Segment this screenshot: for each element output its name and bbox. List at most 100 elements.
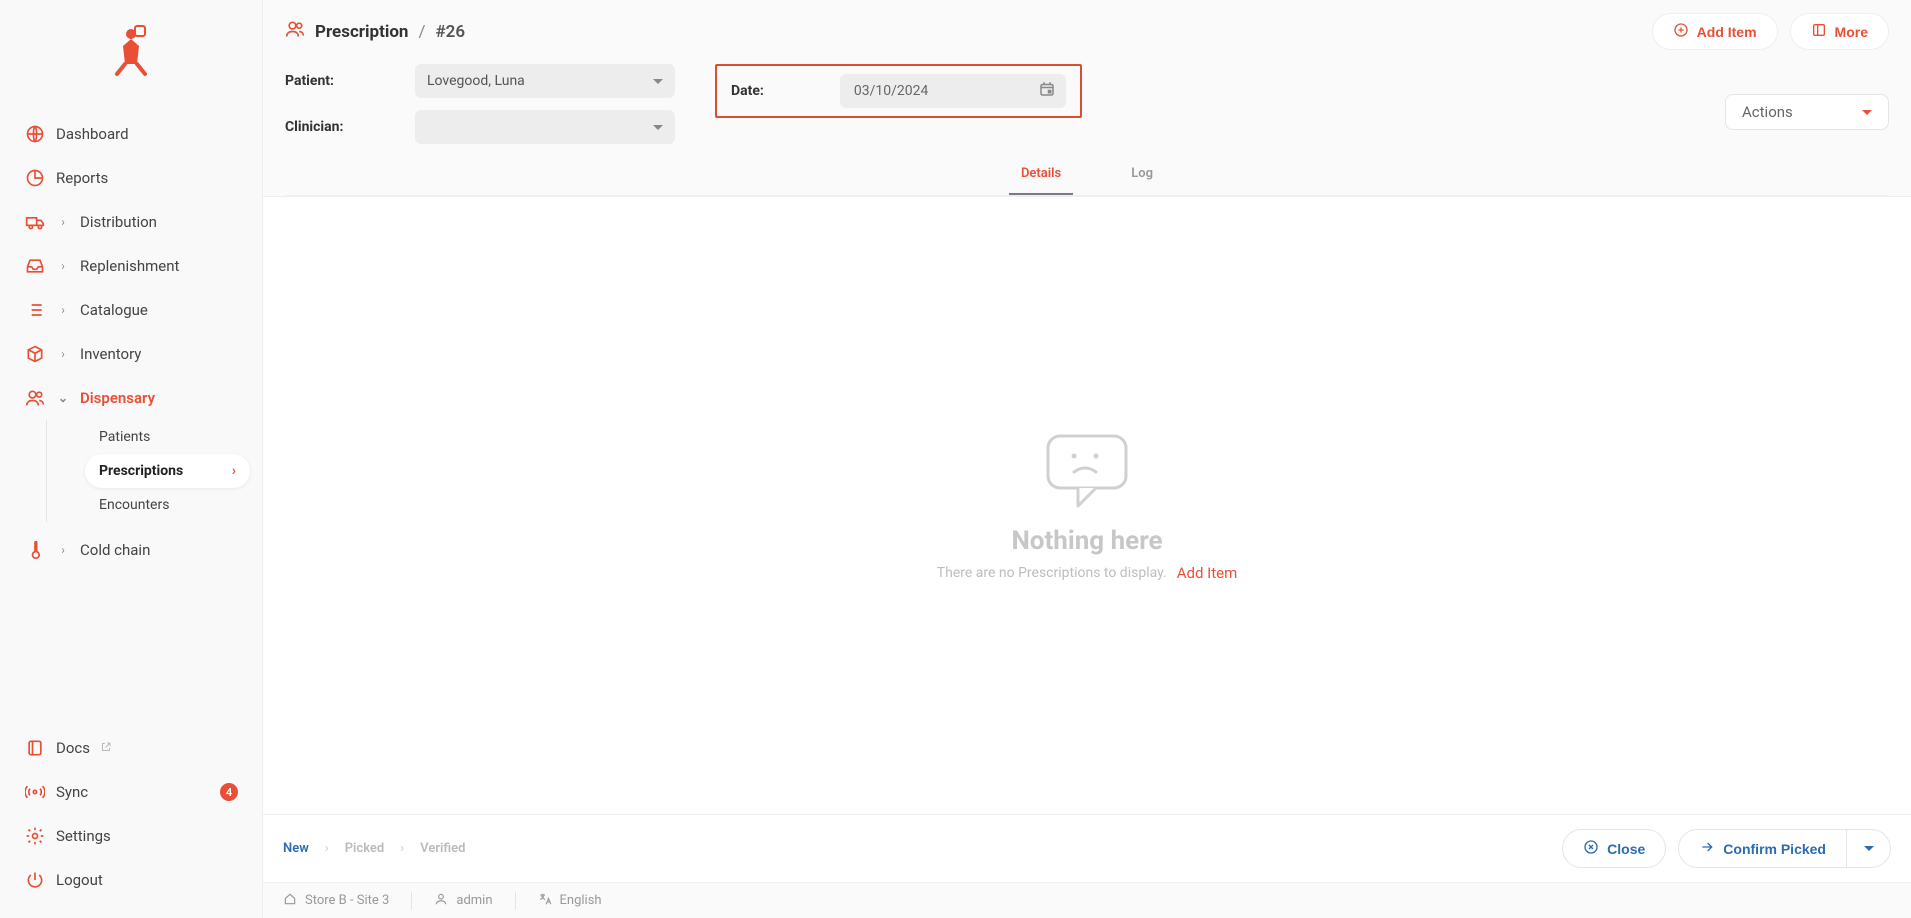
footer-bar: Store B - Site 3 admin English (263, 882, 1911, 918)
empty-title: Nothing here (1011, 526, 1162, 556)
add-item-button[interactable]: Add Item (1652, 13, 1778, 50)
page-title: Prescription (315, 22, 408, 42)
button-label: Add Item (1697, 24, 1757, 40)
gear-icon (24, 825, 46, 847)
sidebar-item-distribution[interactable]: › Distribution (12, 200, 250, 244)
date-input[interactable]: 03/10/2024 (840, 74, 1066, 108)
sidebar-item-label: Dispensary (80, 389, 155, 407)
patient-label: Patient: (285, 73, 395, 89)
chevron-right-icon: › (56, 303, 70, 317)
sidebar-subitem-encounters[interactable]: Encounters (85, 488, 250, 522)
home-icon (283, 892, 297, 910)
sidebar-item-label: Replenishment (80, 257, 179, 275)
chevron-right-icon: › (56, 215, 70, 229)
sidebar-item-label: Distribution (80, 213, 157, 231)
status-step-verified: Verified (420, 841, 465, 856)
status-step-new: New (283, 841, 309, 856)
sad-bubble-icon (1038, 430, 1136, 518)
clinician-field: Clinician: (285, 110, 675, 144)
tab-bar: Details Log (285, 158, 1889, 196)
thermometer-icon (24, 539, 46, 561)
sidebar-item-label: Catalogue (80, 301, 148, 319)
actions-dropdown[interactable]: Actions (1725, 94, 1889, 130)
sidebar: Dashboard Reports › Distribution › (0, 0, 263, 918)
breadcrumb-separator: / (418, 22, 425, 42)
chevron-right-icon: › (325, 841, 329, 856)
sidebar-item-sync[interactable]: Sync 4 (12, 770, 250, 814)
broadcast-icon (24, 781, 46, 803)
close-circle-icon (1583, 839, 1599, 858)
sync-badge: 4 (220, 783, 238, 801)
patient-value: Lovegood, Luna (427, 73, 525, 89)
sidebar-item-inventory[interactable]: › Inventory (12, 332, 250, 376)
main-content: Prescription / #26 Add Item (263, 0, 1911, 918)
chevron-right-icon: › (56, 543, 70, 557)
footer-store-label: Store B - Site 3 (305, 893, 389, 908)
clinician-select[interactable] (415, 110, 675, 144)
clinician-label: Clinician: (285, 119, 395, 135)
sidebar-item-dispensary[interactable]: ⌄ Dispensary (12, 376, 250, 420)
subitem-label: Encounters (99, 497, 169, 513)
button-label: Close (1607, 841, 1645, 857)
empty-subtitle: There are no Prescriptions to display. (937, 565, 1167, 581)
patient-select[interactable]: Lovegood, Luna (415, 64, 675, 98)
footer-user-label: admin (456, 893, 492, 908)
button-label: More (1835, 24, 1868, 40)
sidebar-item-label: Inventory (80, 345, 141, 363)
status-steps: New › Picked › Verified (283, 841, 465, 856)
add-item-link[interactable]: Add Item (1177, 564, 1238, 582)
status-step-picked: Picked (345, 841, 385, 856)
footer-language[interactable]: English (538, 892, 624, 910)
sidebar-item-catalogue[interactable]: › Catalogue (12, 288, 250, 332)
list-icon (24, 299, 46, 321)
caret-down-icon (653, 125, 663, 130)
date-label: Date: (731, 83, 764, 99)
sidebar-item-dashboard[interactable]: Dashboard (12, 112, 250, 156)
sidebar-item-settings[interactable]: Settings (12, 814, 250, 858)
footer-store[interactable]: Store B - Site 3 (283, 892, 412, 910)
main-nav: Dashboard Reports › Distribution › (0, 112, 262, 726)
panel-icon (1811, 22, 1827, 41)
sidebar-subitem-patients[interactable]: Patients (85, 420, 250, 454)
sidebar-item-coldchain[interactable]: › Cold chain (12, 528, 250, 572)
subitem-label: Patients (99, 429, 150, 445)
confirm-dropdown-toggle[interactable] (1847, 829, 1891, 868)
sidebar-item-label: Reports (56, 169, 108, 187)
sidebar-item-reports[interactable]: Reports (12, 156, 250, 200)
chevron-right-icon: › (400, 841, 404, 856)
box-icon (24, 343, 46, 365)
chevron-right-icon: › (56, 347, 70, 361)
plus-circle-icon (1673, 22, 1689, 41)
status-bar: New › Picked › Verified Close (263, 814, 1911, 882)
close-button[interactable]: Close (1562, 829, 1666, 868)
truck-icon (24, 211, 46, 233)
sidebar-subitem-prescriptions[interactable]: Prescriptions › (85, 454, 250, 488)
chevron-right-icon: › (56, 259, 70, 273)
tab-details[interactable]: Details (1009, 158, 1073, 195)
more-button[interactable]: More (1790, 13, 1889, 50)
tab-label: Log (1131, 166, 1153, 181)
footer-user[interactable]: admin (434, 892, 515, 910)
date-value: 03/10/2024 (854, 83, 929, 99)
sidebar-item-label: Logout (56, 871, 103, 889)
arrow-right-icon (1699, 839, 1715, 858)
tab-log[interactable]: Log (1119, 158, 1165, 195)
inbox-icon (24, 255, 46, 277)
topbar: Prescription / #26 Add Item (263, 0, 1911, 197)
dispensary-subnav: Patients Prescriptions › Encounters (46, 420, 250, 522)
content-area: Nothing here There are no Prescriptions … (263, 197, 1911, 814)
sidebar-item-label: Settings (56, 827, 111, 845)
chevron-right-icon: › (232, 463, 236, 479)
actions-label: Actions (1742, 103, 1793, 121)
sidebar-item-replenishment[interactable]: › Replenishment (12, 244, 250, 288)
sidebar-item-label: Cold chain (80, 541, 150, 559)
date-highlight-box: Date: 03/10/2024 (715, 64, 1082, 118)
subitem-label: Prescriptions (99, 463, 183, 479)
sidebar-item-logout[interactable]: Logout (12, 858, 250, 902)
breadcrumb: Prescription / #26 (285, 19, 465, 44)
book-icon (24, 737, 46, 759)
confirm-picked-button[interactable]: Confirm Picked (1678, 829, 1847, 868)
sidebar-item-docs[interactable]: Docs (12, 726, 250, 770)
app-logo (0, 10, 262, 112)
caret-down-icon (653, 79, 663, 84)
